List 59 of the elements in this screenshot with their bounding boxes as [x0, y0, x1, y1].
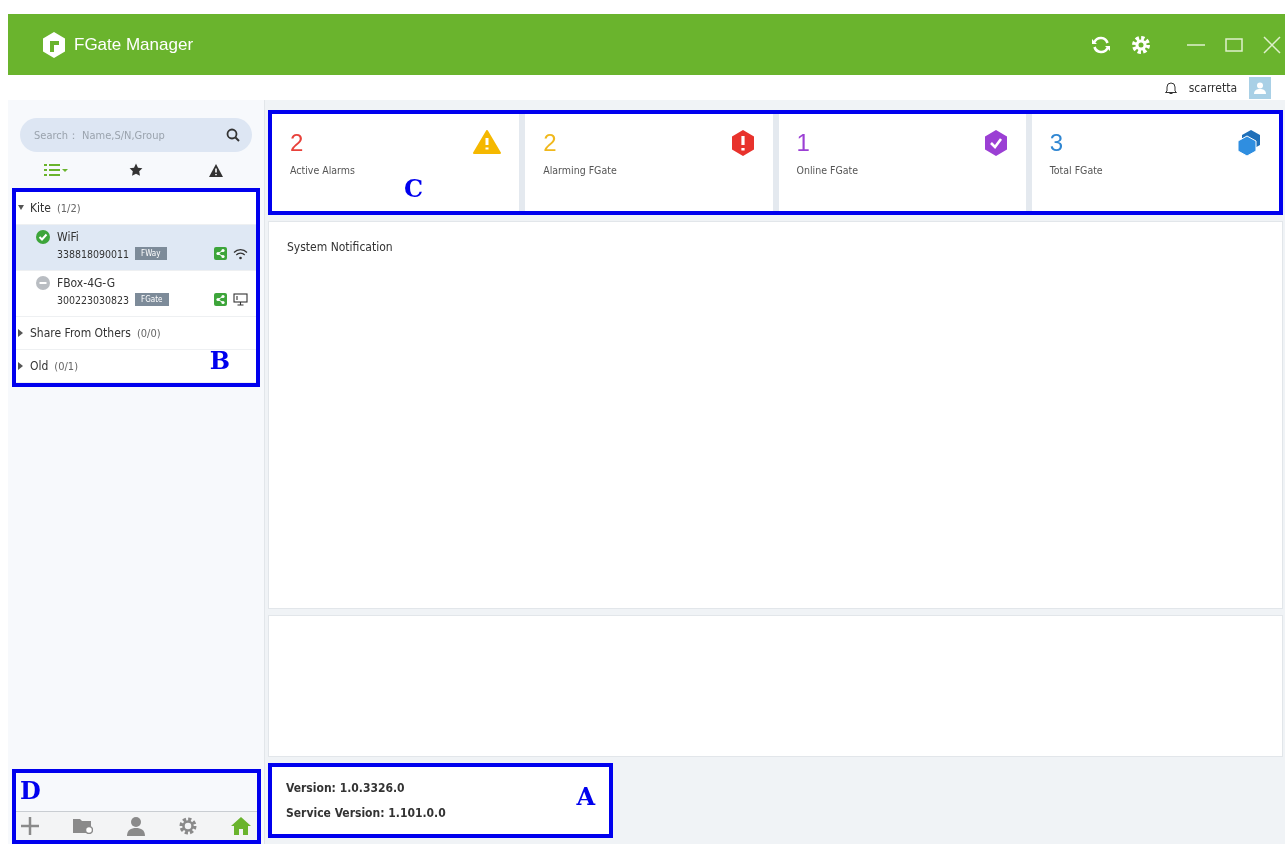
device-type-tag: FGate [135, 293, 169, 306]
device-type-tag: FWay [135, 247, 167, 260]
group-name: Kite [30, 201, 51, 215]
warning-icon[interactable] [209, 163, 223, 177]
group-count: (0/1) [54, 359, 78, 373]
logo-icon [42, 31, 66, 58]
version-text: Version: 1.0.3326.0 [286, 781, 406, 795]
gear-icon[interactable] [178, 816, 199, 836]
cubes-icon [1237, 130, 1261, 156]
username[interactable]: scarretta [1188, 80, 1237, 95]
user-icon[interactable] [125, 816, 146, 836]
refresh-icon[interactable] [1091, 34, 1111, 55]
device-row[interactable]: WiFi 338818090011 FWay [16, 225, 256, 271]
caret-icon[interactable] [18, 329, 24, 337]
settings-icon[interactable] [1131, 34, 1151, 55]
callout-letter: D [20, 779, 41, 803]
device-name: FBox-4G-G [57, 276, 116, 290]
stat-value: 1 [796, 130, 811, 157]
group-row[interactable]: Share From Others (0/0) [16, 317, 256, 350]
group-name: Old [30, 359, 49, 373]
caret-icon[interactable] [18, 204, 24, 212]
stat-label: Active Alarms [290, 164, 355, 177]
home-icon[interactable] [231, 817, 251, 835]
serial-number: 300223030823 [57, 293, 130, 306]
group-name: Share From Others [30, 326, 131, 340]
stat-value: 2 [543, 130, 558, 157]
group-count: (1/2) [56, 201, 81, 215]
folder-icon[interactable] [72, 818, 93, 834]
callout-letter: A [576, 785, 595, 809]
caret-icon[interactable] [18, 362, 24, 370]
service-version-text: Service Version: 1.101.0.0 [286, 806, 447, 820]
stat-label: Total FGate [1049, 164, 1103, 177]
close-icon[interactable] [1263, 35, 1281, 54]
list-icon[interactable] [44, 164, 68, 176]
avatar-icon[interactable] [1249, 76, 1271, 99]
bell-icon[interactable] [1164, 80, 1177, 95]
warning-icon [473, 130, 502, 154]
panel-title: System Notification [287, 240, 394, 254]
device-name: WiFi [57, 230, 79, 244]
search-input[interactable]: Search： Name,S/N,Group [32, 127, 226, 143]
callout-letter: B [209, 349, 230, 373]
device-row[interactable]: FBox-4G-G 300223030823 FGate [16, 271, 256, 317]
stat-value: 3 [1049, 130, 1065, 157]
share-icon[interactable] [214, 247, 227, 260]
share-icon[interactable] [214, 293, 227, 306]
stat-value: 2 [290, 130, 305, 157]
check-icon [983, 130, 1008, 156]
stat-label: Alarming FGate [543, 164, 617, 177]
window-title: FGate Manager [74, 34, 194, 55]
search-field[interactable]: Search： Name,S/N,Group [20, 118, 252, 152]
serial-number: 338818090011 [57, 247, 130, 260]
callout-letter: C [404, 177, 424, 201]
group-count: (0/0) [136, 326, 161, 340]
star-icon[interactable] [129, 163, 143, 177]
stat-label: Online FGate [796, 164, 859, 177]
plus-icon[interactable] [20, 816, 40, 836]
error-icon [730, 130, 755, 156]
search-icon[interactable] [226, 128, 240, 142]
maximize-icon[interactable] [1225, 37, 1243, 52]
